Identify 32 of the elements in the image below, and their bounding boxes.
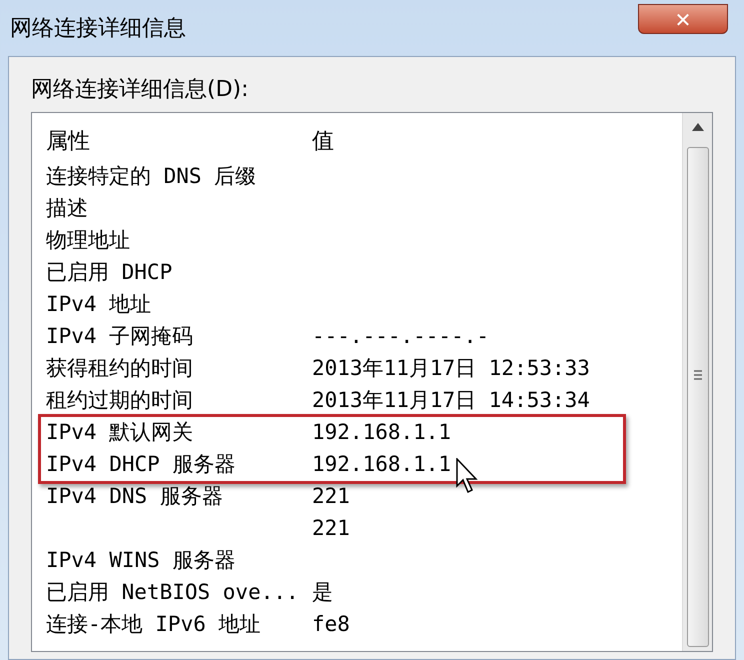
value-cell-text: 2013年11月17日 12:53:33	[312, 355, 590, 382]
column-header[interactable]: 属性	[46, 124, 312, 158]
property-cell-text: 连接特定的 DNS 后缀	[46, 163, 258, 190]
value-cell-text: fe8	[312, 611, 350, 638]
value-cell-text: 192.168.1.1	[312, 419, 452, 446]
value-cell-text: ---.---.----.-	[312, 323, 490, 350]
scroll-thumb[interactable]	[686, 147, 708, 647]
value-cell-text: 221	[312, 483, 350, 510]
property-cell-text: 已启用 DHCP	[46, 259, 174, 286]
property-cell-text: 物理地址	[46, 227, 131, 254]
value-cell-text: 是	[312, 579, 333, 606]
property-cell-text: 连接-本地 IPv6 地址	[46, 611, 262, 638]
scroll-up-icon[interactable]	[692, 123, 704, 131]
value-cell-text: 2013年11月17日 14:53:34	[312, 387, 590, 414]
property-cell-text: IPv4 子网掩码	[46, 323, 194, 350]
property-cell-text: 描述	[46, 195, 89, 222]
window-title: 网络连接详细信息	[9, 14, 186, 42]
grip-icon	[692, 370, 702, 380]
property-cell-text: IPv4 默认网关	[46, 419, 194, 446]
property-cell-text: IPv4 WINS 服务器	[46, 547, 236, 574]
scrollbar[interactable]	[682, 113, 712, 651]
value-cell-text: 192.168.1.1	[312, 451, 452, 478]
property-cell-text: IPv4 DNS 服务器	[46, 483, 224, 510]
property-cell-text: IPv4 DHCP 服务器	[46, 451, 236, 478]
property-cell-text: IPv4 地址	[46, 291, 152, 318]
column-header[interactable]: 值	[312, 124, 334, 158]
list-label: 网络连接详细信息(D):	[31, 76, 250, 104]
property-cell-text: 获得租约的时间	[46, 355, 194, 382]
mouse-cursor-icon	[456, 458, 480, 494]
property-cell-text: 租约过期的时间	[46, 387, 194, 414]
property-cell-text: 已启用 NetBIOS ove...	[46, 579, 300, 606]
value-cell-text: 221	[312, 515, 350, 542]
